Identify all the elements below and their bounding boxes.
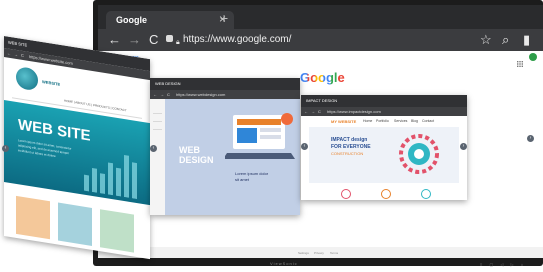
webdesign-hero: WEB DESIGN Lorem ipsum dolor sit amet: [165, 99, 300, 215]
window-card-impactdesign[interactable]: IMPACT DESIGN ← → C https://www.impactde…: [301, 95, 467, 200]
card-reload-icon[interactable]: C: [21, 53, 24, 58]
website-logo-icon: [16, 65, 38, 92]
feature-tile-2: [58, 202, 92, 246]
hero-title-line-1: WEB: [179, 145, 200, 155]
card-forward-icon[interactable]: →: [14, 52, 18, 58]
feature-tile-1: [16, 195, 50, 240]
headline-line-3: CONSTRUCTION: [331, 151, 364, 156]
card-title-bar: IMPACT DESIGN: [301, 95, 467, 107]
new-tab-icon[interactable]: +: [220, 10, 228, 26]
card-url[interactable]: https://www.impactdesign.com: [327, 109, 381, 114]
card-url[interactable]: https://www.webdesign.com: [176, 92, 225, 97]
card-sidebar: [150, 99, 165, 215]
card-forward-icon[interactable]: →: [160, 92, 164, 97]
feature-tile-3: [100, 209, 134, 253]
card-back-icon[interactable]: ←: [7, 50, 11, 56]
card-address-bar: ← → C https://www.impactdesign.com: [301, 107, 467, 116]
card-reload-icon[interactable]: C: [318, 109, 321, 114]
footer-privacy-link[interactable]: Privacy: [314, 251, 324, 255]
card-title-bar: WEB DESIGN: [150, 78, 300, 90]
nav-blog[interactable]: Blog: [411, 119, 418, 123]
card-title: WEB DESIGN: [155, 81, 181, 86]
card-back-icon[interactable]: ←: [153, 92, 157, 97]
hardware-buttons[interactable]: ≡ ▢ ◁ ▷ ⌂: [480, 262, 526, 267]
hero-title-line-2: DESIGN: [179, 155, 214, 165]
hero-caption-1: Lorem ipsum dolor: [235, 171, 269, 176]
google-logo-text: Google: [300, 70, 345, 85]
prev-card-icon[interactable]: ‹: [301, 143, 308, 150]
card-back-icon[interactable]: ←: [304, 109, 308, 114]
window-card-website[interactable]: WEB SITE ← → C https://www.website.com W…: [4, 36, 150, 260]
laptop-illustration: [225, 113, 295, 159]
next-card-icon[interactable]: ›: [527, 135, 534, 142]
service-icon-3: [421, 189, 431, 199]
url-field[interactable]: https://www.google.com/: [183, 34, 291, 45]
gears-icon: [399, 134, 439, 174]
nav-home[interactable]: Home: [363, 119, 372, 123]
google-footer: Settings Privacy Terms: [98, 247, 543, 258]
website-logo-text: WEBSITE: [42, 79, 61, 87]
next-card-icon[interactable]: ›: [460, 143, 467, 150]
account-avatar[interactable]: [529, 53, 537, 61]
tab-google[interactable]: Google ×: [106, 11, 234, 29]
google-logo: Google: [300, 70, 345, 85]
nav-services[interactable]: Services: [394, 119, 407, 123]
card-title: WEB SITE: [8, 39, 28, 48]
reload-icon[interactable]: C: [149, 32, 158, 47]
bookmark-icon[interactable]: ▮: [523, 32, 530, 48]
service-icon-1: [341, 189, 351, 199]
impact-hero: IMPACT design FOR EVERYONE CONSTRUCTION: [309, 127, 459, 183]
tab-title: Google: [116, 15, 147, 25]
tab-strip: Google × +: [98, 5, 543, 29]
home-icon[interactable]: [166, 35, 173, 42]
nav-portfolio[interactable]: Portfolio: [376, 119, 389, 123]
footer-terms-link[interactable]: Terms: [330, 251, 338, 255]
star-icon[interactable]: ☆: [480, 32, 492, 48]
card-reload-icon[interactable]: C: [167, 92, 170, 97]
apps-grid-icon[interactable]: [517, 54, 523, 67]
left-edge-icon[interactable]: ‹: [2, 145, 9, 152]
nav-contact[interactable]: Contact: [422, 119, 434, 123]
forward-arrow-icon[interactable]: →: [128, 32, 141, 47]
address-toolbar: ← → C 🔒︎ https://www.google.com/ ☆ ⌕ ▮: [98, 29, 543, 51]
headline-line-2: FOR EVERYONE: [331, 144, 371, 150]
back-arrow-icon[interactable]: ←: [108, 32, 121, 47]
footer-settings-link[interactable]: Settings: [298, 251, 309, 255]
lock-icon: 🔒︎: [176, 39, 180, 46]
card-forward-icon[interactable]: →: [311, 109, 315, 114]
service-icon-2: [381, 189, 391, 199]
hero-caption-2: sit amet: [235, 177, 250, 182]
hero-bar-graphic: [84, 155, 137, 200]
headline-line-1: IMPACT design: [331, 137, 368, 143]
card-title: IMPACT DESIGN: [306, 98, 338, 103]
window-card-webdesign[interactable]: WEB DESIGN ← → C https://www.webdesign.c…: [150, 78, 300, 215]
impact-logo: MY WEBSITE: [331, 119, 357, 124]
search-icon[interactable]: ⌕: [502, 32, 509, 48]
card-address-bar: ← → C https://www.webdesign.com: [150, 90, 300, 99]
prev-card-icon[interactable]: ‹: [150, 145, 157, 152]
brand-label: ViewSonic: [270, 261, 298, 266]
